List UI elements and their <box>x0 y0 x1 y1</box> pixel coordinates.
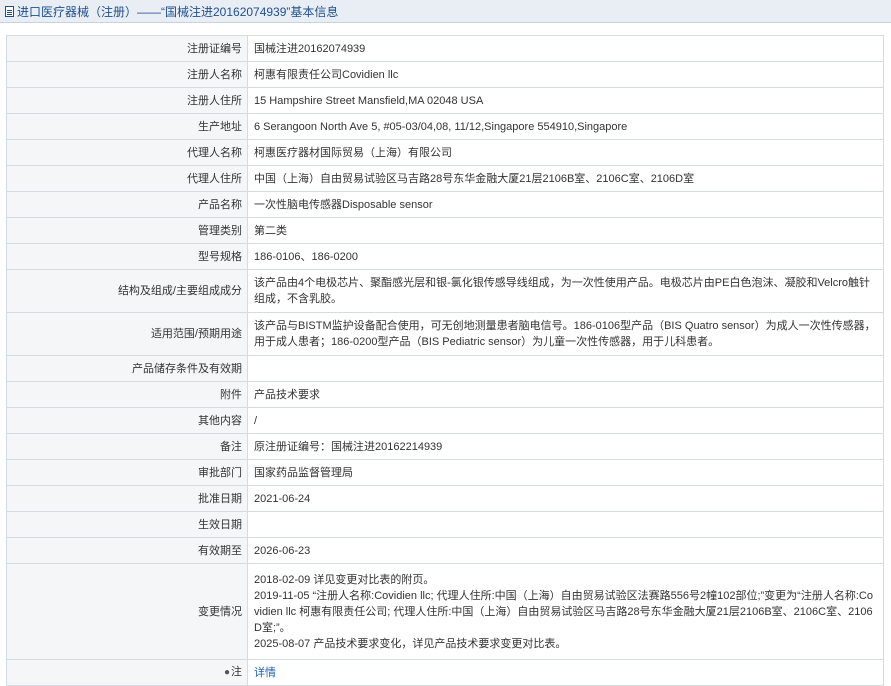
info-table: 注册证编号 国械注进20162074939 注册人名称 柯惠有限责任公司Covi… <box>6 35 884 686</box>
row-label: 管理类别 <box>6 217 248 244</box>
row-value: 第二类 <box>247 217 884 244</box>
row-label: 代理人住所 <box>6 165 248 192</box>
row-label: 型号规格 <box>6 243 248 270</box>
change-line: 2018-02-09 详见变更对比表的附页。 <box>254 573 435 586</box>
table-row: 产品名称 一次性脑电传感器Disposable sensor <box>6 191 884 218</box>
table-row: 代理人住所 中国（上海）自由贸易试验区马吉路28号东华金融大厦21层2106B室… <box>6 165 884 192</box>
table-row: 有效期至 2026-06-23 <box>6 537 884 564</box>
page-header: 进口医疗器械（注册）——“国械注进20162074939”基本信息 <box>0 0 891 23</box>
table-row: 结构及组成/主要组成成分 该产品由4个电极芯片、聚酯感光层和银-氯化银传感导线组… <box>6 269 884 313</box>
pin-icon: ● <box>223 667 230 678</box>
row-label: 适用范围/预期用途 <box>6 312 248 356</box>
note-value: 详情 <box>247 659 884 686</box>
row-value: 186-0106、186-0200 <box>247 243 884 270</box>
row-value: 6 Serangoon North Ave 5, #05-03/04,08, 1… <box>247 113 884 140</box>
table-row: 注册人名称 柯惠有限责任公司Covidien llc <box>6 61 884 88</box>
row-value: 国家药品监督管理局 <box>247 459 884 486</box>
table-row: 适用范围/预期用途 该产品与BISTM监护设备配合使用，可无创地测量患者脑电信号… <box>6 312 884 356</box>
page-title: 进口医疗器械（注册）——“国械注进20162074939”基本信息 <box>17 4 339 19</box>
row-label: 生效日期 <box>6 511 248 538</box>
row-value: 2026-06-23 <box>247 537 884 564</box>
table-row: 产品储存条件及有效期 <box>6 355 884 382</box>
row-label: 产品名称 <box>6 191 248 218</box>
row-label: 代理人名称 <box>6 139 248 166</box>
table-row: 批准日期 2021-06-24 <box>6 485 884 512</box>
table-row: 生效日期 <box>6 511 884 538</box>
row-value <box>247 511 884 538</box>
table-row: 审批部门 国家药品监督管理局 <box>6 459 884 486</box>
row-value: 中国（上海）自由贸易试验区马吉路28号东华金融大厦21层2106B室、2106C… <box>247 165 884 192</box>
row-label: 生产地址 <box>6 113 248 140</box>
table-row: 注册证编号 国械注进20162074939 <box>6 35 884 62</box>
table-row: 生产地址 6 Serangoon North Ave 5, #05-03/04,… <box>6 113 884 140</box>
table-row: 注册人住所 15 Hampshire Street Mansfield,MA 0… <box>6 87 884 114</box>
row-value: 2021-06-24 <box>247 485 884 512</box>
row-value: 产品技术要求 <box>247 381 884 408</box>
note-row: ●注 详情 <box>6 659 884 686</box>
row-value <box>247 355 884 382</box>
row-label: 注册证编号 <box>6 35 248 62</box>
row-value: 该产品与BISTM监护设备配合使用，可无创地测量患者脑电信号。186-0106型… <box>247 312 884 356</box>
table-row: 代理人名称 柯惠医疗器材国际贸易（上海）有限公司 <box>6 139 884 166</box>
row-value: 国械注进20162074939 <box>247 35 884 62</box>
row-label: 审批部门 <box>6 459 248 486</box>
changes-row: 变更情况 2018-02-09 详见变更对比表的附页。 2019-11-05 “… <box>6 563 884 660</box>
row-label: 注册人名称 <box>6 61 248 88</box>
row-value: / <box>247 407 884 434</box>
table-row: 型号规格 186-0106、186-0200 <box>6 243 884 270</box>
row-label: 其他内容 <box>6 407 248 434</box>
table-row: 管理类别 第二类 <box>6 217 884 244</box>
row-label: 备注 <box>6 433 248 460</box>
row-value: 一次性脑电传感器Disposable sensor <box>247 191 884 218</box>
details-link[interactable]: 详情 <box>254 667 276 679</box>
row-value: 该产品由4个电极芯片、聚酯感光层和银-氯化银传感导线组成，为一次性使用产品。电极… <box>247 269 884 313</box>
document-icon <box>5 5 14 17</box>
row-value: 柯惠医疗器材国际贸易（上海）有限公司 <box>247 139 884 166</box>
note-label-cell: ●注 <box>6 659 248 686</box>
table-row: 附件 产品技术要求 <box>6 381 884 408</box>
row-label: 有效期至 <box>6 537 248 564</box>
row-value: 15 Hampshire Street Mansfield,MA 02048 U… <box>247 87 884 114</box>
table-row: 其他内容 / <box>6 407 884 434</box>
change-line: 2025-08-07 产品技术要求变化，详见产品技术要求变更对比表。 <box>254 637 567 650</box>
row-label: 结构及组成/主要组成成分 <box>6 269 248 313</box>
row-label: 注册人住所 <box>6 87 248 114</box>
changes-value: 2018-02-09 详见变更对比表的附页。 2019-11-05 “注册人名称… <box>247 563 884 660</box>
row-value: 柯惠有限责任公司Covidien llc <box>247 61 884 88</box>
changes-label: 变更情况 <box>6 563 248 660</box>
row-label: 附件 <box>6 381 248 408</box>
row-value: 原注册证编号：国械注进20162214939 <box>247 433 884 460</box>
note-label: 注 <box>231 666 242 678</box>
table-row: 备注 原注册证编号：国械注进20162214939 <box>6 433 884 460</box>
row-label: 批准日期 <box>6 485 248 512</box>
row-label: 产品储存条件及有效期 <box>6 355 248 382</box>
change-line: 2019-11-05 “注册人名称:Covidien llc; 代理人住所:中国… <box>254 589 873 634</box>
